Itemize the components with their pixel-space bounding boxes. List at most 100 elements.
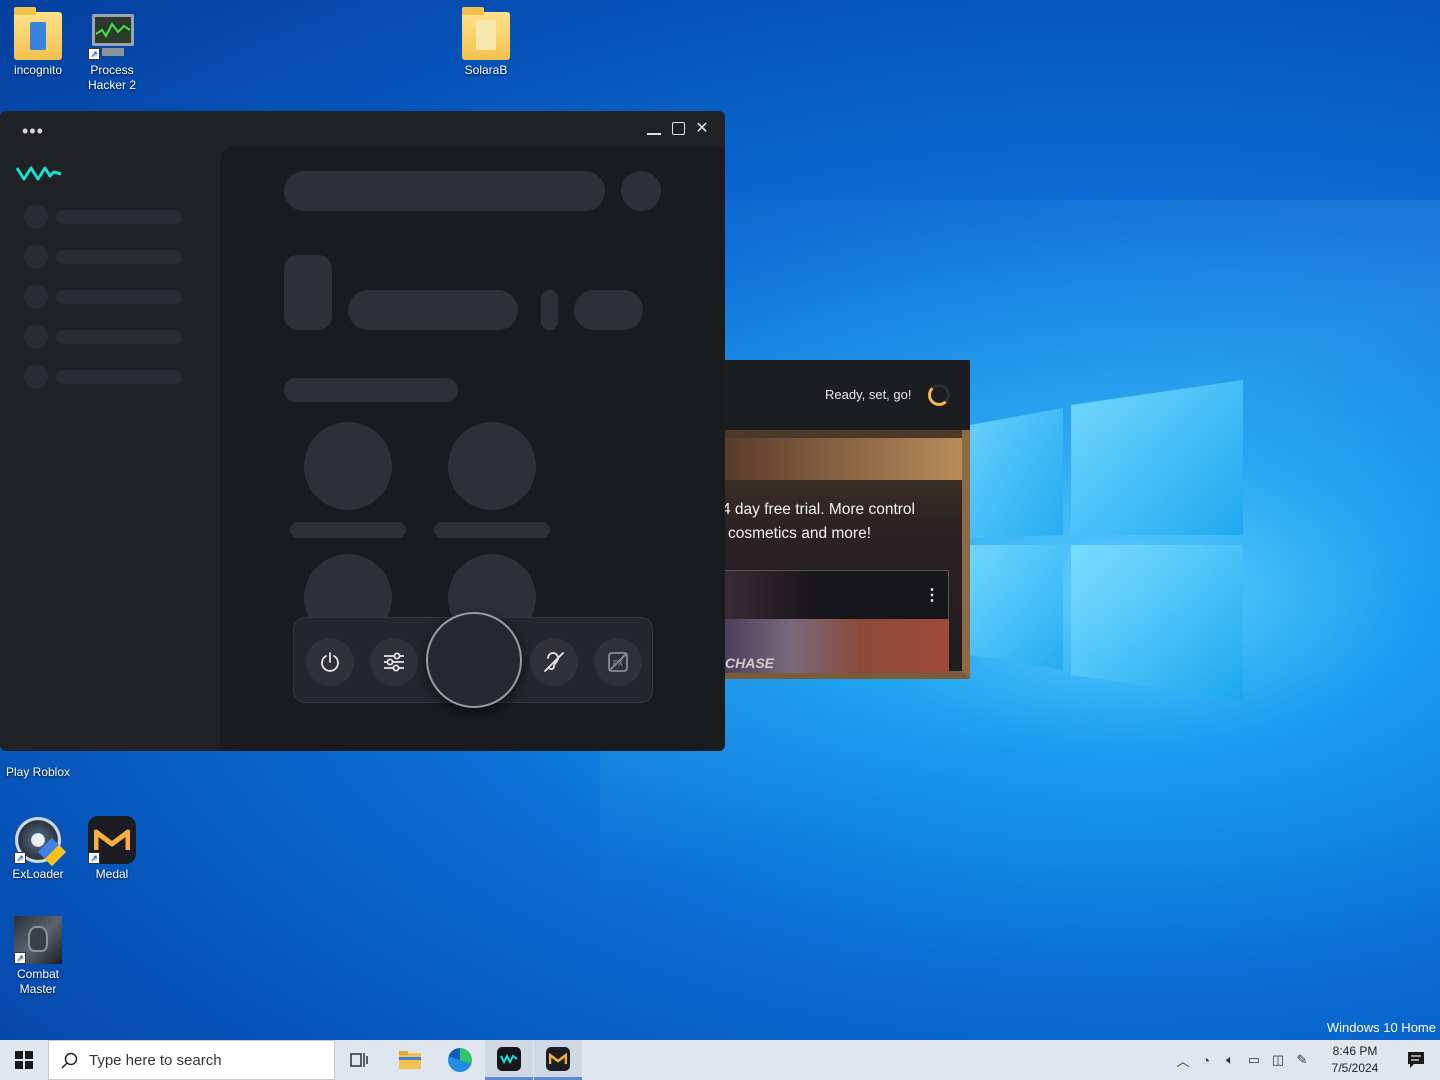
desktop-icon-medal[interactable]: ↗ Medal — [74, 816, 150, 882]
sidebar-skeleton-label — [56, 330, 182, 344]
sidebar-skeleton-icon — [24, 245, 48, 269]
vm-app-taskbar-button[interactable] — [485, 1040, 533, 1080]
shortcut-arrow-icon: ↗ — [88, 852, 100, 864]
vm-logo — [15, 163, 62, 187]
windows-start-icon — [15, 1051, 33, 1069]
medal-icon — [546, 1046, 570, 1071]
title-bar[interactable]: ••• ✕ — [0, 111, 725, 147]
search-placeholder: Type here to search — [89, 1052, 222, 1069]
shortcut-arrow-icon: ↗ — [88, 48, 100, 60]
sliders-icon — [384, 652, 404, 672]
more-dots-icon[interactable]: ••• — [22, 121, 44, 142]
promo-banner — [725, 438, 962, 480]
file-explorer-button[interactable] — [386, 1040, 434, 1080]
sidebar-skeleton-icon — [24, 325, 48, 349]
effects-off-icon: FX — [608, 652, 628, 672]
settings-sliders-button[interactable] — [370, 638, 418, 686]
thumb-skeleton — [284, 255, 332, 330]
clock-date: 7/5/2024 — [1331, 1061, 1379, 1075]
loading-spinner-icon — [928, 384, 950, 406]
desktop-icon-label: Combat Master — [16, 967, 60, 996]
process-hacker-icon: ↗ — [88, 12, 136, 60]
file-explorer-icon — [399, 1051, 421, 1069]
desktop-icon-process-hacker[interactable]: ↗ Process Hacker 2 — [74, 12, 150, 93]
task-view-button[interactable] — [336, 1040, 384, 1080]
shortcut-arrow-icon: ↗ — [14, 952, 26, 964]
sidebar-skeleton-label — [56, 370, 182, 384]
promo-text: 4 day free trial. More control cosmetics… — [725, 498, 968, 546]
voice-avatar-skeleton — [448, 422, 536, 510]
volume-icon[interactable]: 🔈︎ — [1218, 1052, 1242, 1068]
start-button[interactable] — [0, 1040, 48, 1080]
pen-workspace-icon[interactable]: ✎ — [1290, 1052, 1314, 1068]
hear-myself-button[interactable] — [530, 638, 578, 686]
medal-window[interactable]: Ready, set, go! 4 day free trial. More c… — [725, 360, 970, 679]
sidebar-skeleton-label — [56, 290, 182, 304]
promo-line-1: 4 day free trial. More control — [725, 501, 915, 518]
sidebar-skeleton-icon — [24, 365, 48, 389]
windows-logo-wallpaper — [970, 380, 1243, 700]
windows-edition-watermark: Windows 10 Home — [1326, 1020, 1436, 1035]
action-center-button[interactable] — [1392, 1040, 1440, 1080]
desktop-icon-label: incognito — [13, 63, 63, 77]
desktop-icon-label: ExLoader — [12, 867, 64, 881]
desktop-icon-exloader[interactable]: ↗ ExLoader — [0, 816, 76, 882]
section-title-skeleton — [284, 378, 458, 402]
meet-now-icon[interactable]: ◫ — [1266, 1052, 1290, 1068]
voice-avatar-skeleton — [304, 422, 392, 510]
taskbar-search-box[interactable]: Type here to search — [48, 1040, 335, 1080]
minimize-button[interactable] — [644, 119, 664, 139]
video-caption: CHASE — [725, 655, 775, 671]
medal-taskbar-button[interactable] — [534, 1040, 582, 1080]
desktop-icon-incognito[interactable]: incognito — [0, 7, 76, 78]
desktop-icon-label: Process Hacker 2 — [87, 63, 137, 92]
desktop-icon-label: Medal — [95, 867, 129, 881]
vm-app-window[interactable]: ••• ✕ FX — [0, 111, 725, 751]
taskbar: Type here to search ︿ ◔ 🔈︎ ▭ ◫ ✎ 8:46 PM… — [0, 1040, 1440, 1080]
title-skeleton — [348, 290, 518, 330]
promo-video[interactable]: ⋮ CHASE — [725, 570, 949, 673]
divider-skeleton — [541, 290, 558, 330]
video-menu-icon[interactable]: ⋮ — [924, 585, 940, 605]
avatar-skeleton — [621, 171, 661, 211]
shortcut-arrow-icon: ↗ — [14, 852, 26, 864]
combat-master-icon: ↗ — [14, 916, 62, 964]
show-hidden-icons-chevron-icon[interactable]: ︿ — [1172, 1051, 1194, 1070]
folder-icon — [14, 7, 62, 60]
svg-text:FX: FX — [613, 659, 624, 668]
desktop-icon-label: SolaraB — [464, 63, 508, 77]
close-button[interactable]: ✕ — [692, 119, 712, 139]
medal-status-text: Ready, set, go! — [825, 387, 912, 402]
desktop-icon-combat-master[interactable]: ↗ Combat Master — [0, 916, 76, 997]
search-icon — [61, 1052, 78, 1069]
edge-button[interactable] — [436, 1040, 484, 1080]
sound-effects-button[interactable]: FX — [594, 638, 642, 686]
maximize-button[interactable] — [668, 119, 688, 139]
battery-icon[interactable]: ▭ — [1242, 1052, 1266, 1068]
power-button[interactable] — [306, 638, 354, 686]
promo-line-2: cosmetics and more! — [728, 525, 871, 542]
taskbar-clock[interactable]: 8:46 PM 7/5/2024 — [1318, 1043, 1392, 1077]
notifications-icon — [1408, 1052, 1424, 1068]
clock-time: 8:46 PM — [1332, 1044, 1378, 1058]
search-bar-skeleton — [284, 171, 605, 211]
exloader-icon: ↗ — [14, 816, 67, 867]
voice-label-skeleton — [434, 522, 550, 538]
hearing-off-icon — [544, 652, 564, 672]
edge-icon — [448, 1048, 472, 1072]
voice-label-skeleton — [290, 522, 406, 538]
sidebar-skeleton-label — [56, 210, 182, 224]
main-voice-toggle-button[interactable] — [426, 612, 522, 708]
sidebar-skeleton-label — [56, 250, 182, 264]
power-icon — [321, 652, 339, 672]
desktop-icon-solarab[interactable]: SolaraB — [448, 7, 524, 78]
sidebar-skeleton-icon — [24, 205, 48, 229]
control-dock: FX — [293, 612, 653, 708]
network-icon[interactable]: ◔ — [1194, 1053, 1218, 1068]
folder-icon — [462, 7, 510, 60]
medal-icon: ↗ — [88, 816, 136, 864]
system-tray: ︿ ◔ 🔈︎ ▭ ◫ ✎ — [1172, 1040, 1314, 1080]
promo-card[interactable]: 4 day free trial. More control cosmetics… — [725, 430, 970, 679]
task-view-icon — [350, 1053, 368, 1067]
sidebar-skeleton-icon — [24, 285, 48, 309]
